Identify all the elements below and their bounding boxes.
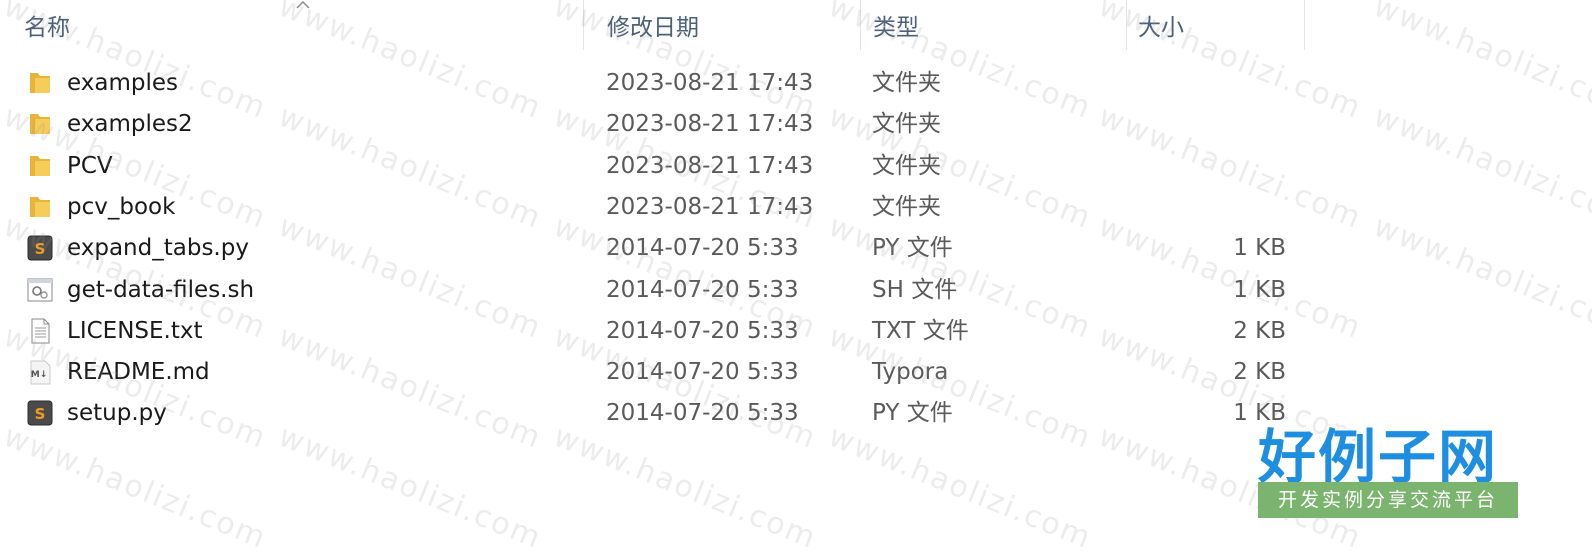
- file-type: Typora: [872, 359, 949, 386]
- file-modified-date: 2014-07-20 5:33: [606, 400, 799, 427]
- file-type: TXT 文件: [872, 317, 969, 344]
- file-name: setup.py: [67, 400, 167, 427]
- file-modified-date: 2023-08-21 17:43: [606, 193, 814, 220]
- file-type: 文件夹: [872, 111, 941, 138]
- sublime-text-icon: S: [26, 234, 54, 262]
- file-size: [1180, 146, 1286, 187]
- file-name: README.md: [67, 359, 210, 386]
- watermark-text: www.haolizi.com: [0, 418, 272, 556]
- file-type: PY 文件: [872, 400, 953, 427]
- file-type: SH 文件: [872, 276, 958, 303]
- file-modified-date: 2014-07-20 5:33: [606, 235, 799, 262]
- svg-text:S: S: [35, 405, 46, 423]
- file-name: LICENSE.txt: [67, 317, 203, 344]
- file-modified-date: 2014-07-20 5:33: [606, 276, 799, 303]
- column-header-bar: 名称 修改日期 类型 大小: [0, 0, 1592, 54]
- file-type: 文件夹: [872, 152, 941, 179]
- file-modified-date: 2014-07-20 5:33: [606, 359, 799, 386]
- file-row[interactable]: examples2 2023-08-21 17:43 文件夹: [0, 104, 1592, 145]
- script-file-icon: [26, 276, 54, 304]
- file-size: 2 KB: [1233, 359, 1286, 386]
- folder-icon: [26, 152, 54, 180]
- file-type: PY 文件: [872, 235, 953, 262]
- markdown-file-icon: M↓: [26, 358, 54, 386]
- text-file-icon: [26, 317, 54, 345]
- file-name: get-data-files.sh: [67, 276, 255, 303]
- column-header-date[interactable]: 修改日期: [584, 0, 861, 50]
- file-type: 文件夹: [872, 70, 941, 96]
- file-size: 2 KB: [1233, 317, 1286, 344]
- brand-subtitle: 开发实例分享交流平台: [1258, 482, 1518, 518]
- sort-ascending-icon: [296, 0, 310, 9]
- file-row[interactable]: Sexpand_tabs.py 2014-07-20 5:33 PY 文件 1 KB: [0, 228, 1592, 269]
- file-size: 1 KB: [1233, 276, 1286, 303]
- folder-icon: [26, 193, 54, 221]
- file-row[interactable]: PCV 2023-08-21 17:43 文件夹: [0, 146, 1592, 187]
- file-name: examples: [67, 70, 178, 96]
- watermark-text: www.haolizi.com: [548, 418, 822, 556]
- file-row[interactable]: M↓ README.md 2014-07-20 5:33 Typora 2 KB: [0, 352, 1592, 393]
- brand-title: 好例子网: [1258, 423, 1499, 491]
- file-size: [1180, 104, 1286, 145]
- file-name: pcv_book: [67, 193, 176, 220]
- watermark-text: www.haolizi.com: [273, 418, 547, 556]
- svg-text:M↓: M↓: [31, 370, 48, 380]
- folder-icon: [26, 110, 54, 138]
- file-row[interactable]: pcv_book 2023-08-21 17:43 文件夹: [0, 187, 1592, 228]
- file-modified-date: 2023-08-21 17:43: [606, 111, 814, 138]
- sublime-text-icon: S: [26, 399, 54, 427]
- file-row[interactable]: get-data-files.sh 2014-07-20 5:33 SH 文件 1 K…: [0, 270, 1592, 311]
- brand-logo: 好例子网 开发实例分享交流平台: [1258, 410, 1520, 522]
- column-header-type[interactable]: 类型: [861, 0, 1127, 50]
- file-name: PCV: [67, 152, 113, 179]
- watermark-text: www.haolizi.com: [823, 418, 1097, 556]
- column-header-name[interactable]: 名称: [0, 0, 584, 50]
- file-name: expand_tabs.py: [67, 235, 249, 262]
- file-size: [1180, 63, 1286, 104]
- file-name: examples2: [67, 111, 193, 138]
- file-size: 1 KB: [1233, 235, 1286, 262]
- svg-text:S: S: [35, 240, 46, 258]
- file-modified-date: 2023-08-21 17:43: [606, 70, 814, 96]
- column-header-size[interactable]: 大小: [1127, 0, 1305, 50]
- file-row[interactable]: LICENSE.txt 2014-07-20 5:33 TXT 文件 2 KB: [0, 311, 1592, 352]
- file-type: 文件夹: [872, 193, 941, 220]
- folder-icon: [26, 69, 54, 97]
- file-modified-date: 2014-07-20 5:33: [606, 317, 799, 344]
- file-size: [1180, 187, 1286, 228]
- file-row[interactable]: examples 2023-08-21 17:43 文件夹: [0, 63, 1592, 104]
- file-modified-date: 2023-08-21 17:43: [606, 152, 814, 179]
